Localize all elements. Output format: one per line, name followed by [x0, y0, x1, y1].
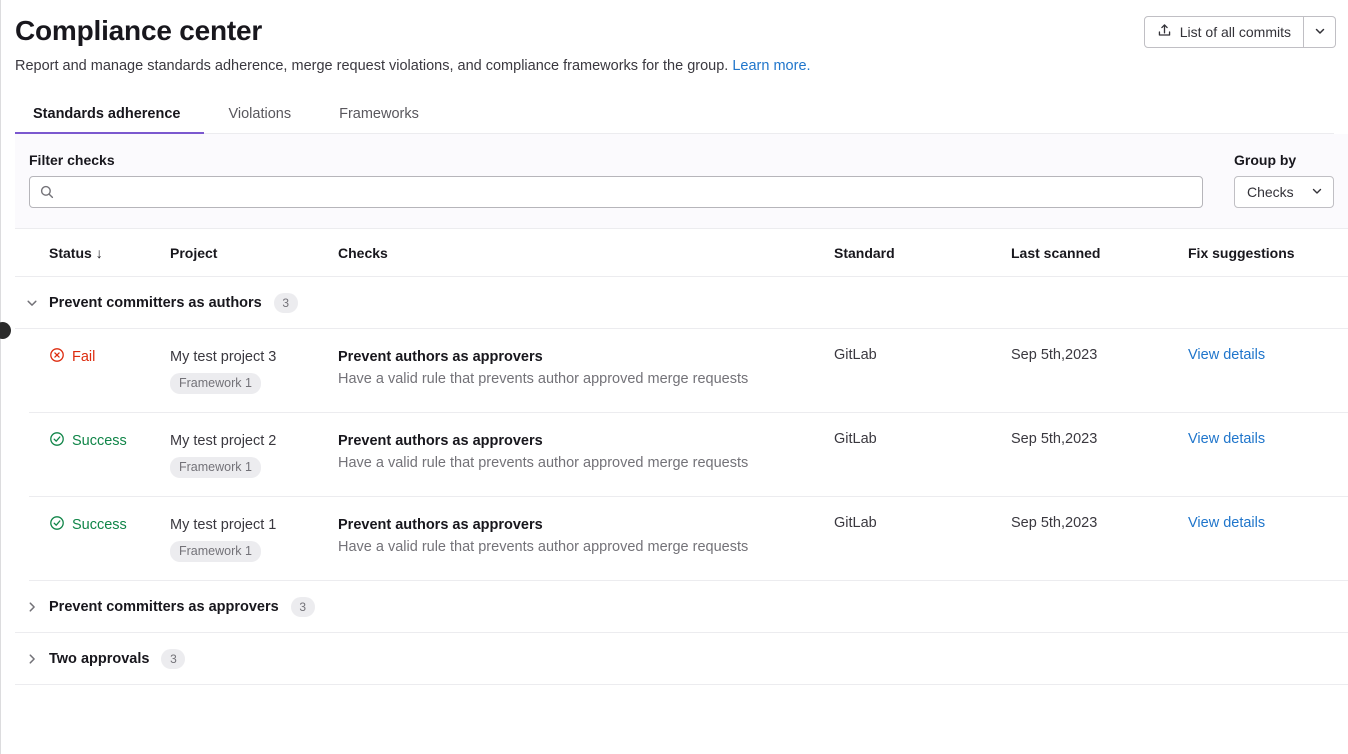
group-count-badge: 3: [274, 293, 298, 313]
row-standard: GitLab: [834, 515, 1011, 531]
table-row[interactable]: Success My test project 1 Framework 1 Pr…: [29, 497, 1348, 581]
row-last-scanned: Sep 5th,2023: [1011, 347, 1188, 363]
page-subtitle-text: Report and manage standards adherence, m…: [15, 58, 728, 74]
check-circle-icon: [49, 515, 65, 535]
search-input[interactable]: [29, 176, 1203, 208]
error-circle-icon: [49, 347, 65, 367]
row-status-label: Success: [72, 517, 127, 533]
row-status: Success: [29, 431, 170, 451]
table-row[interactable]: Success My test project 2 Framework 1 Pr…: [29, 413, 1348, 497]
column-header-last-scanned: Last scanned: [1011, 245, 1188, 261]
chevron-down-icon: [1311, 184, 1323, 200]
row-check-name: Prevent authors as approvers: [338, 431, 788, 451]
compliance-center-page: Compliance center List of all commits: [0, 0, 1348, 754]
view-details-link[interactable]: View details: [1188, 515, 1265, 531]
row-last-scanned: Sep 5th,2023: [1011, 515, 1188, 531]
framework-badge: Framework 1: [170, 541, 261, 562]
row-status: Fail: [29, 347, 170, 367]
row-check: Prevent authors as approvers Have a vali…: [338, 347, 834, 389]
row-check-name: Prevent authors as approvers: [338, 347, 788, 367]
tab-standards-adherence[interactable]: Standards adherence: [15, 100, 204, 134]
export-split-button: List of all commits: [1144, 16, 1336, 48]
tab-frameworks[interactable]: Frameworks: [315, 100, 443, 134]
row-standard: GitLab: [834, 431, 1011, 447]
page-header: Compliance center List of all commits: [1, 0, 1348, 48]
chevron-down-icon: [1314, 25, 1326, 40]
chevron-right-icon: [15, 600, 49, 614]
row-fix-suggestions: View details: [1188, 515, 1348, 531]
framework-badge: Framework 1: [170, 373, 261, 394]
group-header-two-approvals[interactable]: Two approvals 3: [15, 633, 1348, 685]
sort-descending-icon: ↓: [96, 245, 103, 261]
row-status: Success: [29, 515, 170, 535]
row-check-description: Have a valid rule that prevents author a…: [338, 453, 788, 473]
column-header-status-label: Status: [49, 245, 92, 261]
group-by-label: Group by: [1234, 152, 1334, 168]
row-check-name: Prevent authors as approvers: [338, 515, 788, 535]
row-project: My test project 1 Framework 1: [170, 515, 338, 562]
row-last-scanned: Sep 5th,2023: [1011, 431, 1188, 447]
row-check: Prevent authors as approvers Have a vali…: [338, 515, 834, 557]
row-project: My test project 2 Framework 1: [170, 431, 338, 478]
check-circle-icon: [49, 431, 65, 451]
page-subtitle: Report and manage standards adherence, m…: [1, 48, 1348, 76]
row-project-name: My test project 2: [170, 431, 328, 451]
adherence-table: Status ↓ Project Checks Standard Last sc…: [15, 229, 1348, 685]
group-title: Prevent committers as approvers: [49, 599, 279, 615]
column-header-status[interactable]: Status ↓: [15, 245, 170, 261]
view-details-link[interactable]: View details: [1188, 431, 1265, 447]
group-header-prevent-committers-as-authors[interactable]: Prevent committers as authors 3: [15, 277, 1348, 329]
cursor-artifact: [0, 322, 11, 339]
row-check-description: Have a valid rule that prevents author a…: [338, 537, 788, 557]
group-count-badge: 3: [161, 649, 185, 669]
filter-checks-group: Filter checks: [29, 152, 1216, 208]
page-title: Compliance center: [15, 14, 262, 48]
row-status-label: Fail: [72, 349, 95, 365]
column-header-checks: Checks: [338, 245, 834, 261]
row-fix-suggestions: View details: [1188, 431, 1348, 447]
row-project-name: My test project 1: [170, 515, 328, 535]
tab-violations[interactable]: Violations: [204, 100, 315, 134]
group-by-value: Checks: [1247, 184, 1294, 200]
row-project: My test project 3 Framework 1: [170, 347, 338, 394]
list-of-all-commits-button[interactable]: List of all commits: [1144, 16, 1304, 48]
row-project-name: My test project 3: [170, 347, 328, 367]
column-header-standard: Standard: [834, 245, 1011, 261]
tab-bar: Standards adherence Violations Framework…: [1, 100, 1348, 134]
row-standard: GitLab: [834, 347, 1011, 363]
row-check: Prevent authors as approvers Have a vali…: [338, 431, 834, 473]
view-details-link[interactable]: View details: [1188, 347, 1265, 363]
framework-badge: Framework 1: [170, 457, 261, 478]
search-field-wrapper: [29, 176, 1203, 208]
row-status-label: Success: [72, 433, 127, 449]
filter-bar: Filter checks Group by Checks: [15, 134, 1348, 229]
row-check-description: Have a valid rule that prevents author a…: [338, 369, 788, 389]
column-header-fix-suggestions: Fix suggestions: [1188, 245, 1348, 261]
group-title: Prevent committers as authors: [49, 295, 262, 311]
chevron-down-icon: [15, 296, 49, 310]
filter-checks-label: Filter checks: [29, 152, 1216, 168]
chevron-right-icon: [15, 652, 49, 666]
group-header-prevent-committers-as-approvers[interactable]: Prevent committers as approvers 3: [15, 581, 1348, 633]
group-count-badge: 3: [291, 597, 315, 617]
group-by-select[interactable]: Checks: [1234, 176, 1334, 208]
export-upload-icon: [1157, 23, 1172, 41]
list-of-all-commits-label: List of all commits: [1180, 24, 1291, 40]
export-dropdown-toggle[interactable]: [1304, 16, 1336, 48]
row-fix-suggestions: View details: [1188, 347, 1348, 363]
column-header-project: Project: [170, 245, 338, 261]
learn-more-link[interactable]: Learn more.: [732, 58, 810, 74]
group-by-group: Group by Checks: [1234, 152, 1334, 208]
table-row[interactable]: Fail My test project 3 Framework 1 Preve…: [29, 329, 1348, 413]
table-header-row: Status ↓ Project Checks Standard Last sc…: [15, 229, 1348, 277]
group-title: Two approvals: [49, 651, 149, 667]
